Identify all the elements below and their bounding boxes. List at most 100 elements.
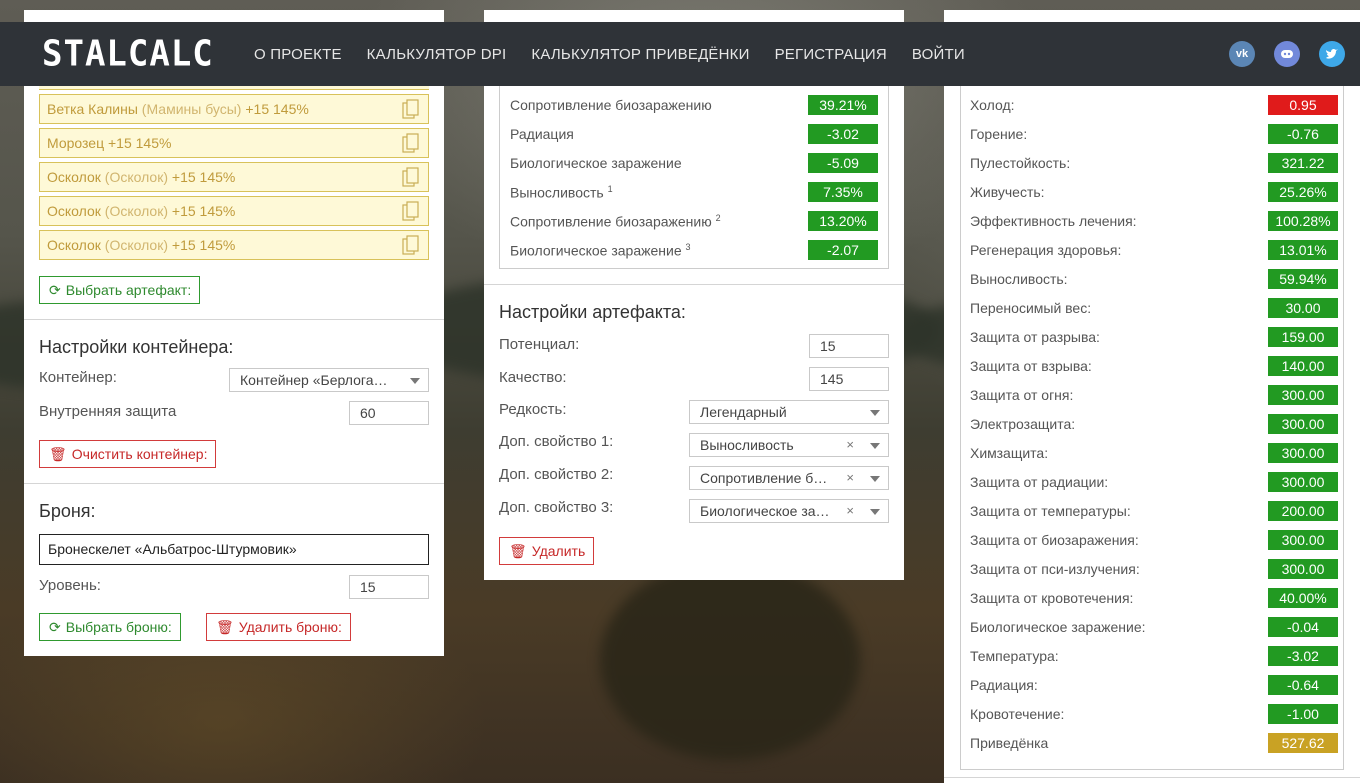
discord-icon[interactable] xyxy=(1274,41,1300,67)
armor-level-label: Уровень: xyxy=(39,577,101,594)
total-stat-value: 30.00 xyxy=(1268,298,1338,318)
total-stat-value: 300.00 xyxy=(1268,443,1338,463)
armor-title: Броня: xyxy=(39,501,96,521)
total-stat-value: 59.94% xyxy=(1268,269,1338,289)
artifact-row[interactable]: Осколок (Осколок) +15 145% xyxy=(39,196,429,226)
total-stat-label: Защита от температуры: xyxy=(970,503,1131,519)
total-stat-value: -1.00 xyxy=(1268,704,1338,724)
main-nav: О ПРОЕКТЕ КАЛЬКУЛЯТОР DPI КАЛЬКУЛЯТОР ПР… xyxy=(254,22,990,86)
twitter-icon[interactable] xyxy=(1319,41,1345,67)
copy-icon[interactable] xyxy=(402,201,420,222)
vk-icon[interactable]: vk xyxy=(1229,41,1255,67)
clear-icon[interactable]: × xyxy=(846,434,854,456)
copy-icon[interactable] xyxy=(402,133,420,154)
artifact-name: Осколок xyxy=(47,169,101,185)
footnote-marker: 3 xyxy=(685,242,691,252)
quality-label: Качество: xyxy=(499,369,567,386)
extra1-select[interactable]: Выносливость × xyxy=(689,433,889,457)
clear-icon[interactable]: × xyxy=(846,500,854,522)
total-stat-value: 527.62 xyxy=(1268,733,1338,753)
totals-panel: Холод: 0.95 Горение: -0.76 Пулестойкость: 321… xyxy=(944,10,1360,783)
artifact-stats: +15 145% xyxy=(171,169,236,185)
artifact-alias: (Мамины бусы) xyxy=(141,101,242,117)
extra3-select[interactable]: Биологическое за… × xyxy=(689,499,889,523)
clear-icon[interactable]: × xyxy=(846,467,854,489)
artifact-stat-label: Выносливость 1 xyxy=(510,184,613,201)
container-settings-title: Настройки контейнера: xyxy=(39,337,234,357)
artifact-row[interactable]: Морозец +15 145% xyxy=(39,128,429,158)
total-stat-value: -0.76 xyxy=(1268,124,1338,144)
clear-container-button[interactable]: 🗑 Очистить контейнер: xyxy=(39,440,217,468)
artifact-stat-value: -2.07 xyxy=(808,240,878,260)
artifact-stat-label: Радиация xyxy=(510,126,574,142)
artifact-stat-label: Биологическое заражение 3 xyxy=(510,242,691,259)
total-stat-label: Биологическое заражение: xyxy=(970,619,1146,635)
extra2-label: Доп. свойство 2: xyxy=(499,466,614,483)
top-navbar: STALCALC О ПРОЕКТЕ КАЛЬКУЛЯТОР DPI КАЛЬК… xyxy=(0,22,1360,86)
artifact-row[interactable]: Осколок (Осколок) +15 145% xyxy=(39,230,429,260)
total-stat-value: 0.95 xyxy=(1268,95,1338,115)
total-stat-value: 159.00 xyxy=(1268,327,1338,347)
choose-artifact-button[interactable]: ⟳ Выбрать артефакт: xyxy=(39,276,201,304)
artifact-stats: +15 145% xyxy=(245,101,309,117)
total-stat-value: 40.00% xyxy=(1268,588,1338,608)
copy-icon[interactable] xyxy=(402,99,420,120)
total-stat-value: 321.22 xyxy=(1268,153,1338,173)
delete-armor-button[interactable]: 🗑 Удалить броню: xyxy=(206,613,351,641)
potential-input[interactable]: 15 xyxy=(809,334,889,358)
artifact-alias: (Осколок) xyxy=(104,169,168,185)
chevron-down-icon xyxy=(870,410,880,416)
extra2-select[interactable]: Сопротивление б… × xyxy=(689,466,889,490)
total-stat-label: Электрозащита: xyxy=(970,416,1076,432)
total-stat-value: 300.00 xyxy=(1268,385,1338,405)
rarity-select[interactable]: Легендарный xyxy=(689,400,889,424)
artifact-stat-value: 7.35% xyxy=(808,182,878,202)
nav-reduced-calculator[interactable]: КАЛЬКУЛЯТОР ПРИВЕДЁНКИ xyxy=(531,46,749,63)
delete-artifact-button[interactable]: 🗑 Удалить xyxy=(499,537,595,565)
artifact-row[interactable]: Ветка Калины (Мамины бусы) +15 145% xyxy=(39,94,429,124)
total-stat-label: Температура: xyxy=(970,648,1059,664)
divider xyxy=(24,319,444,320)
total-stat-label: Горение: xyxy=(970,126,1028,142)
total-stat-label: Пулестойкость: xyxy=(970,155,1071,171)
trash-icon: 🗑 xyxy=(216,619,234,635)
total-stat-label: Кровотечение: xyxy=(970,706,1065,722)
trash-icon: 🗑 xyxy=(49,446,67,462)
total-stat-value: 200.00 xyxy=(1268,501,1338,521)
chevron-down-icon xyxy=(870,443,880,449)
artifact-row-edge xyxy=(39,86,429,90)
logo[interactable]: STALCALC xyxy=(42,33,214,75)
total-stat-label: Переносимый вес: xyxy=(970,300,1092,316)
copy-icon[interactable] xyxy=(402,167,420,188)
copy-icon[interactable] xyxy=(402,235,420,256)
total-stat-value: -3.02 xyxy=(1268,646,1338,666)
nav-login[interactable]: ВОЙТИ xyxy=(912,46,965,63)
inner-protection-input[interactable]: 60 xyxy=(349,401,429,425)
potential-label: Потенциал: xyxy=(499,336,580,353)
total-stat-label: Живучесть: xyxy=(970,184,1045,200)
footnote-marker: 2 xyxy=(715,213,721,223)
armor-name-field[interactable]: Бронескелет «Альбатрос-Штурмовик» xyxy=(39,534,429,565)
total-stat-value: 300.00 xyxy=(1268,472,1338,492)
total-stat-value: 13.01% xyxy=(1268,240,1338,260)
total-stat-value: 25.26% xyxy=(1268,182,1338,202)
total-stat-label: Эффективность лечения: xyxy=(970,213,1137,229)
artifact-stat-label: Сопротивление биозаражению 2 xyxy=(510,213,721,230)
total-stat-value: 300.00 xyxy=(1268,559,1338,579)
container-select[interactable]: Контейнер «Берлога… xyxy=(229,368,429,392)
choose-armor-button[interactable]: ⟳ Выбрать броню: xyxy=(39,613,181,641)
artifact-stat-value: 13.20% xyxy=(808,211,878,231)
quality-input[interactable]: 145 xyxy=(809,367,889,391)
nav-about[interactable]: О ПРОЕКТЕ xyxy=(254,46,342,63)
artifact-name: Осколок xyxy=(47,203,101,219)
nav-register[interactable]: РЕГИСТРАЦИЯ xyxy=(775,46,887,63)
artifact-stat-value: -3.02 xyxy=(808,124,878,144)
chevron-down-icon xyxy=(410,378,420,384)
artifact-row[interactable]: Осколок (Осколок) +15 145% xyxy=(39,162,429,192)
nav-dpi-calculator[interactable]: КАЛЬКУЛЯТОР DPI xyxy=(367,46,507,63)
artifact-settings-title: Настройки артефакта: xyxy=(499,302,686,322)
armor-level-input[interactable]: 15 xyxy=(349,575,429,599)
total-stat-label: Приведёнка xyxy=(970,735,1049,751)
inner-protection-label: Внутренняя защита xyxy=(39,403,177,420)
total-stat-value: -0.04 xyxy=(1268,617,1338,637)
